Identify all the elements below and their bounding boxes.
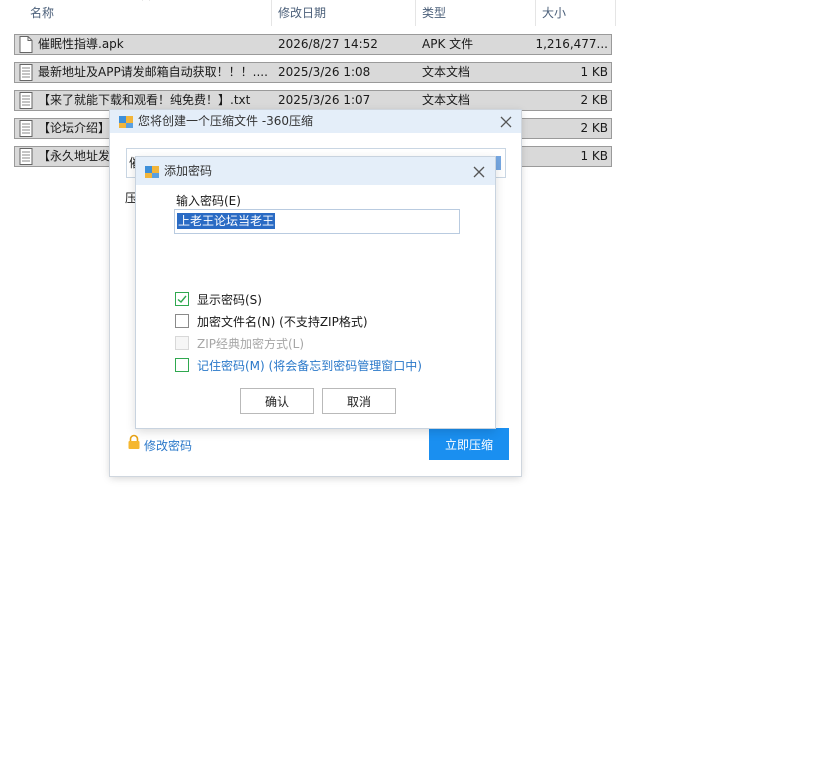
dialog-titlebar[interactable]: 添加密码 — [136, 157, 495, 185]
checkbox-unchecked[interactable] — [175, 314, 189, 328]
file-type: 文本文档 — [422, 65, 471, 79]
file-icon — [19, 36, 33, 53]
text-file-icon — [19, 120, 33, 137]
file-name: 最新地址及APP请发邮箱自动获取！！！.... — [38, 65, 268, 79]
close-icon[interactable] — [473, 166, 485, 178]
checkbox-disabled — [175, 336, 189, 350]
file-size: 2 KB — [580, 121, 608, 135]
file-name: 【来了就能下载和观看！纯免费！】.txt — [38, 93, 251, 107]
password-label: 输入密码(E) — [176, 194, 241, 208]
file-size: 1,216,477... — [535, 37, 608, 51]
file-row[interactable]: 催眠性指導.apk 2026/8/27 14:52 APK 文件 1,216,4… — [14, 34, 612, 55]
dialog-titlebar[interactable]: 您将创建一个压缩文件 -360压缩 — [110, 110, 521, 133]
text-file-icon — [19, 92, 33, 109]
360zip-app-icon — [119, 116, 133, 128]
dialog-title: 添加密码 — [164, 164, 213, 178]
file-size: 2 KB — [580, 93, 608, 107]
column-header-name[interactable]: 名称 — [0, 0, 272, 26]
compress-now-button[interactable]: 立即压缩 — [429, 428, 509, 460]
file-date: 2025/3/26 1:07 — [278, 93, 371, 107]
dialog-title: 您将创建一个压缩文件 -360压缩 — [138, 114, 314, 128]
file-type: 文本文档 — [422, 93, 471, 107]
file-name: 【论坛介绍】 — [38, 121, 111, 135]
text-file-icon — [19, 148, 33, 165]
file-row[interactable]: 最新地址及APP请发邮箱自动获取！！！.... 2025/3/26 1:08 文… — [14, 62, 612, 83]
check-icon — [177, 295, 187, 303]
file-size: 1 KB — [580, 65, 608, 79]
lock-icon — [128, 434, 140, 449]
password-input[interactable]: 上老王论坛当老王 — [174, 209, 460, 234]
add-password-dialog: 添加密码 输入密码(E) 上老王论坛当老王 显示密码(S) 加密文件名(N) (… — [136, 157, 495, 428]
file-size: 1 KB — [580, 149, 608, 163]
column-header-date[interactable]: 修改日期 — [272, 0, 416, 26]
file-name: 催眠性指導.apk — [38, 37, 124, 51]
ok-button[interactable]: 确认 — [240, 388, 314, 414]
file-type: APK 文件 — [422, 37, 474, 51]
checkbox-unchecked[interactable] — [175, 358, 189, 372]
text-file-icon — [19, 64, 33, 81]
cancel-button[interactable]: 取消 — [322, 388, 396, 414]
file-list-header: 名称 修改日期 类型 大小 — [0, 0, 616, 26]
close-icon[interactable] — [500, 116, 512, 128]
file-row[interactable]: 【来了就能下载和观看！纯免费！】.txt 2025/3/26 1:07 文本文档… — [14, 90, 612, 111]
file-date: 2026/8/27 14:52 — [278, 37, 378, 51]
360zip-app-icon — [145, 166, 159, 178]
password-value: 上老王论坛当老王 — [177, 213, 276, 229]
checkbox-checked[interactable] — [175, 292, 189, 306]
file-date: 2025/3/26 1:08 — [278, 65, 371, 79]
file-name: 【永久地址发 — [38, 149, 111, 163]
column-header-size[interactable]: 大小 — [536, 0, 616, 26]
column-header-type[interactable]: 类型 — [416, 0, 536, 26]
modify-password-link[interactable]: 修改密码 — [144, 437, 192, 454]
